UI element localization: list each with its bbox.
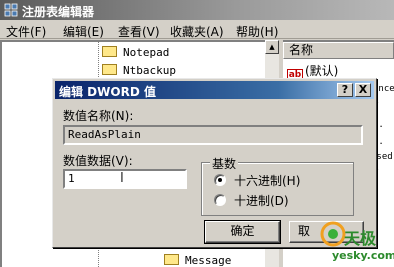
folder-icon bbox=[102, 46, 117, 57]
registry-icon bbox=[4, 3, 18, 17]
menu-favorites[interactable]: 收藏夹(A) bbox=[170, 23, 224, 40]
menu-bar: 文件(F) 编辑(E) 查看(V) 收藏夹(A) 帮助(H) bbox=[0, 20, 394, 39]
help-button[interactable]: ? bbox=[337, 83, 353, 97]
ok-button[interactable]: 确定 bbox=[204, 220, 281, 244]
menu-file[interactable]: 文件(F) bbox=[6, 23, 46, 40]
base-group-label: 基数 bbox=[210, 155, 239, 172]
radio-decimal-label[interactable]: 十进制(D) bbox=[234, 192, 289, 209]
value-name-field[interactable]: ReadAsPlain bbox=[63, 125, 363, 145]
watermark-site: yesky.com bbox=[332, 249, 394, 262]
scroll-up-icon[interactable]: ▲ bbox=[265, 40, 279, 54]
menu-help[interactable]: 帮助(H) bbox=[236, 23, 278, 40]
value-name: (默认) bbox=[305, 64, 339, 78]
window-title: 注册表编辑器 bbox=[22, 5, 95, 19]
dialog-title: 编辑 DWORD 值 bbox=[59, 85, 156, 99]
radio-hex[interactable] bbox=[214, 174, 226, 186]
radio-hex-label[interactable]: 十六进制(H) bbox=[234, 172, 300, 189]
watermark-logo-icon bbox=[320, 221, 346, 247]
tree-item-label: Ntbackup bbox=[123, 64, 176, 77]
tree-item-label: Notepad bbox=[123, 46, 170, 59]
radio-decimal[interactable] bbox=[214, 194, 226, 206]
text-cursor-icon: I bbox=[120, 171, 124, 186]
tree-item-message[interactable]: Message bbox=[164, 254, 231, 267]
dialog-titlebar[interactable]: 编辑 DWORD 值 ? X bbox=[55, 81, 374, 99]
watermark-brand: 天极 bbox=[344, 229, 377, 248]
value-name-label: 数值名称(N): bbox=[63, 109, 134, 123]
folder-icon bbox=[164, 254, 179, 265]
close-button[interactable]: X bbox=[355, 83, 371, 97]
tree-item-label: Message bbox=[185, 254, 232, 267]
watermark: 天极 yesky.com bbox=[318, 215, 394, 267]
window-titlebar[interactable]: 注册表编辑器 bbox=[0, 0, 394, 20]
value-data-text: 1 bbox=[68, 172, 75, 185]
base-groupbox: 基数 十六进制(H) 十进制(D) bbox=[201, 155, 354, 216]
tree-item-notepad[interactable]: Notepad bbox=[102, 46, 169, 62]
value-data-input[interactable]: 1 bbox=[63, 169, 187, 189]
column-header-name[interactable]: 名称 bbox=[283, 42, 394, 59]
menu-edit[interactable]: 编辑(E) bbox=[63, 23, 104, 40]
value-data-label: 数值数据(V): bbox=[63, 154, 133, 168]
folder-icon bbox=[102, 64, 117, 75]
menu-view[interactable]: 查看(V) bbox=[118, 23, 160, 40]
